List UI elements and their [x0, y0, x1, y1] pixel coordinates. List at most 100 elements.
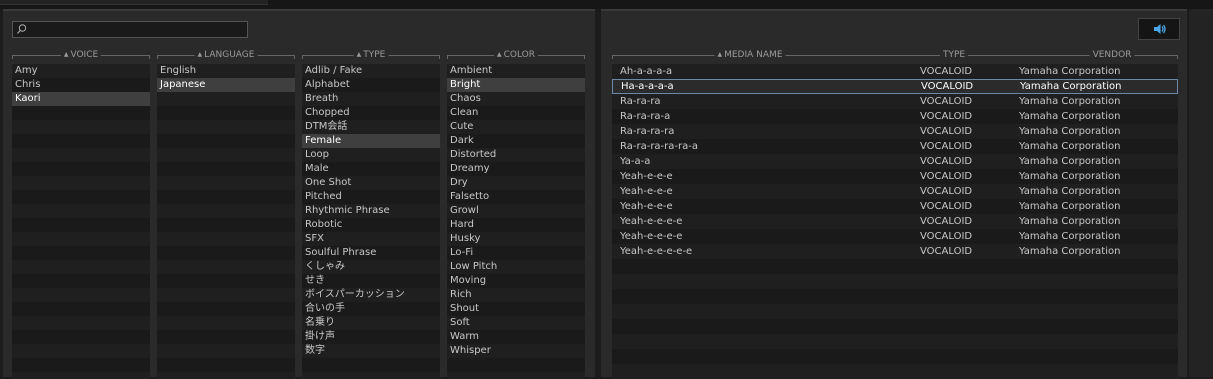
- media-vendor: Yamaha Corporation: [1019, 216, 1121, 227]
- media-row[interactable]: Yeah-e-e-e VOCALOID Yamaha Corporation: [612, 184, 1178, 199]
- voice-list-item[interactable]: Amy: [12, 64, 150, 78]
- type-list-item[interactable]: Male: [302, 162, 440, 176]
- media-row[interactable]: Ra-ra-ra-ra VOCALOID Yamaha Corporation: [612, 124, 1178, 139]
- color-list-item[interactable]: Dry: [447, 176, 585, 190]
- language-list-item[interactable]: English: [157, 64, 295, 78]
- media-type: VOCALOID: [920, 141, 973, 152]
- color-list-item[interactable]: Moving: [447, 274, 585, 288]
- type-list-item[interactable]: Soulful Phrase: [302, 246, 440, 260]
- type-list-item[interactable]: Loop: [302, 148, 440, 162]
- type-list-item[interactable]: Chopped: [302, 106, 440, 120]
- media-row[interactable]: Yeah-e-e-e-e VOCALOID Yamaha Corporation: [612, 229, 1178, 244]
- type-list-item[interactable]: 数字: [302, 344, 440, 358]
- media-list[interactable]: Ah-a-a-a-a VOCALOID Yamaha Corporation Ha-a…: [612, 64, 1178, 379]
- media-name: Yeah-e-e-e: [620, 201, 673, 212]
- type-list-item[interactable]: Pitched: [302, 190, 440, 204]
- color-header[interactable]: ▲ COLOR: [447, 49, 585, 61]
- media-type-column-header[interactable]: TYPE: [939, 49, 969, 61]
- type-list-item[interactable]: ボイスパーカッション: [302, 288, 440, 302]
- type-list-item[interactable]: Rhythmic Phrase: [302, 204, 440, 218]
- color-column: ▲ COLOR Ambient Bright Chaos Clean Cute Dark Di…: [447, 49, 585, 379]
- media-vendor: Yamaha Corporation: [1019, 66, 1121, 77]
- media-name: Yeah-e-e-e-e: [620, 231, 683, 242]
- type-list-item[interactable]: Female: [302, 134, 440, 148]
- color-list-item[interactable]: Hard: [447, 218, 585, 232]
- media-name: Yeah-e-e-e-e-e: [620, 246, 693, 257]
- media-vendor: Yamaha Corporation: [1019, 141, 1121, 152]
- search-input[interactable]: [29, 22, 245, 37]
- color-list-item[interactable]: Growl: [447, 204, 585, 218]
- magnifier-icon: [17, 24, 27, 34]
- color-list-item[interactable]: Cute: [447, 120, 585, 134]
- color-list-item[interactable]: Falsetto: [447, 190, 585, 204]
- type-list-item[interactable]: くしゃみ: [302, 260, 440, 274]
- color-list-item[interactable]: Clean: [447, 106, 585, 120]
- type-list-item[interactable]: 合いの手: [302, 302, 440, 316]
- color-list-item[interactable]: Rich: [447, 288, 585, 302]
- preview-button[interactable]: [1138, 18, 1180, 40]
- media-vendor: Yamaha Corporation: [1019, 171, 1121, 182]
- media-name: Ah-a-a-a-a: [620, 66, 673, 77]
- color-list-item[interactable]: Lo-Fi: [447, 246, 585, 260]
- language-header[interactable]: ▲ LANGUAGE: [157, 49, 295, 61]
- color-list-item[interactable]: Dark: [447, 134, 585, 148]
- color-list-item[interactable]: Dreamy: [447, 162, 585, 176]
- media-row[interactable]: Yeah-e-e-e VOCALOID Yamaha Corporation: [612, 169, 1178, 184]
- media-row[interactable]: Yeah-e-e-e-e-e VOCALOID Yamaha Corporation: [612, 244, 1178, 259]
- type-list-item[interactable]: Robotic: [302, 218, 440, 232]
- type-list-item[interactable]: DTM会話: [302, 120, 440, 134]
- color-list-item[interactable]: Bright: [447, 78, 585, 92]
- media-vendor: Yamaha Corporation: [1019, 231, 1121, 242]
- voice-header[interactable]: ▲ VOICE: [12, 49, 150, 61]
- media-row[interactable]: Yeah-e-e-e-e VOCALOID Yamaha Corporation: [612, 214, 1178, 229]
- media-type: VOCALOID: [920, 246, 973, 257]
- color-list-item[interactable]: Distorted: [447, 148, 585, 162]
- type-list-item[interactable]: SFX: [302, 232, 440, 246]
- color-list-item[interactable]: Husky: [447, 232, 585, 246]
- media-type: VOCALOID: [920, 216, 973, 227]
- media-row[interactable]: Ra-ra-ra VOCALOID Yamaha Corporation: [612, 94, 1178, 109]
- media-row[interactable]: Yeah-e-e-e VOCALOID Yamaha Corporation: [612, 199, 1178, 214]
- media-panel: ▲ MEDIA NAME TYPE VENDOR Ah-a-a-a-a VOCALO…: [601, 9, 1187, 379]
- media-row[interactable]: Ya-a-a VOCALOID Yamaha Corporation: [612, 154, 1178, 169]
- type-list-item[interactable]: Alphabet: [302, 78, 440, 92]
- media-row[interactable]: Ah-a-a-a-a VOCALOID Yamaha Corporation: [612, 64, 1178, 79]
- type-list-item[interactable]: Breath: [302, 92, 440, 106]
- color-list[interactable]: Ambient Bright Chaos Clean Cute Dark Distorted…: [447, 64, 585, 379]
- media-name: Ra-ra-ra-ra-ra-a: [620, 141, 698, 152]
- type-list-item[interactable]: 掛け声: [302, 330, 440, 344]
- media-vendor: Yamaha Corporation: [1020, 81, 1122, 92]
- type-list-item[interactable]: Adlib / Fake: [302, 64, 440, 78]
- media-name-column-header[interactable]: ▲ MEDIA NAME: [714, 49, 786, 61]
- type-list[interactable]: Adlib / Fake Alphabet Breath Chopped DTM会話 Fe…: [302, 64, 440, 379]
- language-list-item[interactable]: Japanese: [157, 78, 295, 92]
- color-list-item[interactable]: Soft: [447, 316, 585, 330]
- color-list-item[interactable]: Whisper: [447, 344, 585, 358]
- media-name: Yeah-e-e-e: [620, 186, 673, 197]
- color-list-item[interactable]: Shout: [447, 302, 585, 316]
- type-header[interactable]: ▲ TYPE: [302, 49, 440, 61]
- color-list-item[interactable]: Warm: [447, 330, 585, 344]
- language-list[interactable]: English Japanese: [157, 64, 295, 379]
- voice-list[interactable]: Amy Chris Kaori: [12, 64, 150, 379]
- color-list-item[interactable]: Chaos: [447, 92, 585, 106]
- color-list-item[interactable]: Ambient: [447, 64, 585, 78]
- type-list-item[interactable]: 名乗り: [302, 316, 440, 330]
- type-column: ▲ TYPE Adlib / Fake Alphabet Breath Chopped D…: [302, 49, 440, 379]
- media-name: Ha-a-a-a-a: [621, 81, 674, 92]
- media-row[interactable]: Ha-a-a-a-a VOCALOID Yamaha Corporation: [612, 79, 1178, 94]
- sort-asc-icon: ▲: [197, 51, 203, 58]
- voice-list-item[interactable]: Chris: [12, 78, 150, 92]
- media-vendor: Yamaha Corporation: [1019, 126, 1121, 137]
- search-box[interactable]: [12, 21, 248, 38]
- media-vendor-column-header[interactable]: VENDOR: [1089, 49, 1135, 61]
- media-row[interactable]: Ra-ra-ra-a VOCALOID Yamaha Corporation: [612, 109, 1178, 124]
- sort-asc-icon: ▲: [356, 51, 362, 58]
- top-tab[interactable]: [0, 0, 268, 5]
- type-list-item[interactable]: せき: [302, 274, 440, 288]
- voice-list-item[interactable]: Kaori: [12, 92, 150, 106]
- media-row[interactable]: Ra-ra-ra-ra-ra-a VOCALOID Yamaha Corporati…: [612, 139, 1178, 154]
- type-list-item[interactable]: One Shot: [302, 176, 440, 190]
- color-list-item[interactable]: Low Pitch: [447, 260, 585, 274]
- speaker-icon: [1154, 24, 1166, 34]
